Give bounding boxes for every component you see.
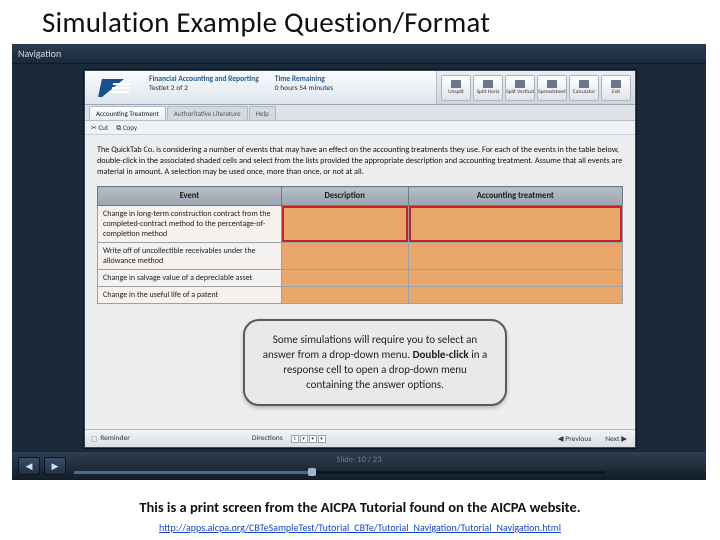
treatment-cell[interactable] — [408, 243, 622, 270]
pager-item[interactable]: ▾ — [300, 435, 308, 443]
section-label: Financial Accounting and Reporting — [149, 75, 259, 84]
tab-authoritative-literature[interactable]: Authoritative Literature — [167, 106, 248, 120]
player-controls: ◀ ▶ Slide: 10 / 23 — [12, 452, 706, 480]
callout-text-bold: Double-click — [413, 348, 469, 361]
event-cell: Change in the useful life of a patent — [98, 287, 282, 304]
table-row: Change in the useful life of a patent — [98, 287, 623, 304]
split-vert-button[interactable]: Split Vertical — [505, 75, 535, 101]
reminder-toggle[interactable]: Reminder — [85, 434, 136, 444]
exit-button[interactable]: Exit — [601, 75, 631, 101]
pager-item[interactable]: 1 — [291, 435, 299, 443]
description-cell[interactable] — [281, 206, 408, 243]
source-link: http://apps.aicpa.org/CBTeSampleTest/Tut… — [0, 521, 720, 534]
progress-bar[interactable] — [74, 471, 606, 474]
event-cell: Write off of uncollectible receivables u… — [98, 243, 282, 270]
previous-button[interactable]: ◀ Previous — [558, 434, 592, 444]
navigation-bar: Navigation — [12, 44, 706, 64]
sim-header: Financial Accounting and Reporting Testl… — [85, 71, 635, 105]
calculator-button[interactable]: Calculator — [569, 75, 599, 101]
table-row: Change in long-term construction contrac… — [98, 206, 623, 243]
simulation-window: Financial Accounting and Reporting Testl… — [84, 70, 636, 448]
treatment-cell[interactable] — [408, 206, 622, 243]
events-table: Event Description Accounting treatment C… — [97, 186, 623, 304]
presentation-panel: Navigation Financial Accounting and Repo… — [12, 44, 706, 480]
sim-tabs: Accounting Treatment Authoritative Liter… — [85, 105, 635, 121]
description-cell[interactable] — [281, 287, 408, 304]
event-cell: Change in long-term construction contrac… — [98, 206, 282, 243]
next-button[interactable]: Next ▶ — [605, 434, 627, 444]
treatment-cell[interactable] — [408, 287, 622, 304]
event-cell: Change in salvage value of a depreciable… — [98, 270, 282, 287]
time-info: Time Remaining 0 hours 54 minutes — [267, 71, 341, 104]
progress-knob[interactable] — [308, 468, 316, 476]
table-row: Write off of uncollectible receivables u… — [98, 243, 623, 270]
pager-item[interactable]: ▾ — [309, 435, 317, 443]
time-value: 0 hours 54 minutes — [275, 84, 333, 93]
question-pager: 1 ▾ ▾ ▾ — [291, 435, 326, 443]
slide-indicator: Slide: 10 / 23 — [336, 455, 381, 465]
unsplit-button[interactable]: Unsplit — [441, 75, 471, 101]
sim-footer: Reminder Directions 1 ▾ ▾ ▾ ◀ Previous N… — [85, 429, 635, 447]
tab-help[interactable]: Help — [249, 106, 276, 120]
col-description: Description — [281, 187, 408, 206]
spreadsheet-button[interactable]: Spreadsheet — [537, 75, 567, 101]
split-horiz-button[interactable]: Split Horiz — [473, 75, 503, 101]
instruction-callout: Some simulations will require you to sel… — [243, 319, 507, 406]
table-row: Change in salvage value of a depreciable… — [98, 270, 623, 287]
treatment-cell[interactable] — [408, 270, 622, 287]
caption-text: This is a print screen from the AICPA Tu… — [0, 498, 720, 516]
player-prev-button[interactable]: ◀ — [18, 457, 40, 475]
player-next-button[interactable]: ▶ — [44, 457, 66, 475]
directions-area: Directions 1 ▾ ▾ ▾ — [252, 434, 326, 443]
directions-label[interactable]: Directions — [252, 434, 283, 443]
edit-toolbar: Cut Copy — [85, 121, 635, 135]
cut-button[interactable]: Cut — [91, 123, 108, 132]
description-cell[interactable] — [281, 243, 408, 270]
time-label: Time Remaining — [275, 75, 333, 84]
section-info: Financial Accounting and Reporting Testl… — [141, 71, 267, 104]
tab-accounting-treatment[interactable]: Accounting Treatment — [89, 106, 166, 120]
description-cell[interactable] — [281, 270, 408, 287]
col-accounting-treatment: Accounting treatment — [408, 187, 622, 206]
aicpa-logo — [85, 71, 141, 104]
header-toolbar: Unsplit Split Horiz Split Vertical Sprea… — [436, 71, 635, 104]
instructions-text: The QuickTab Co. is considering a number… — [97, 145, 623, 178]
col-event: Event — [98, 187, 282, 206]
sim-body: The QuickTab Co. is considering a number… — [85, 135, 635, 310]
source-link-anchor[interactable]: http://apps.aicpa.org/CBTeSampleTest/Tut… — [159, 521, 561, 534]
slide-title: Simulation Example Question/Format — [0, 0, 720, 44]
pager-item[interactable]: ▾ — [318, 435, 326, 443]
copy-button[interactable]: Copy — [116, 123, 137, 133]
testlet-label: Testlet 2 of 2 — [149, 84, 259, 93]
